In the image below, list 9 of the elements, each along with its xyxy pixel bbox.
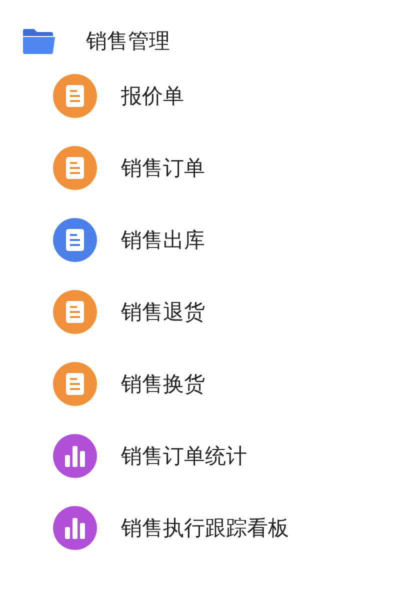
menu-item[interactable]: 销售订单统计: [121, 442, 247, 470]
menu-item[interactable]: 销售退货: [121, 298, 205, 326]
folder-icon: [22, 28, 56, 54]
folder-label[interactable]: 销售管理: [86, 27, 170, 55]
menu-item[interactable]: 销售换货: [121, 370, 205, 398]
menu-item[interactable]: 销售订单: [121, 154, 205, 182]
menu-item[interactable]: 销售出库: [121, 226, 205, 254]
menu-item[interactable]: 销售执行跟踪看板: [121, 514, 289, 542]
menu-item[interactable]: 报价单: [121, 82, 184, 110]
